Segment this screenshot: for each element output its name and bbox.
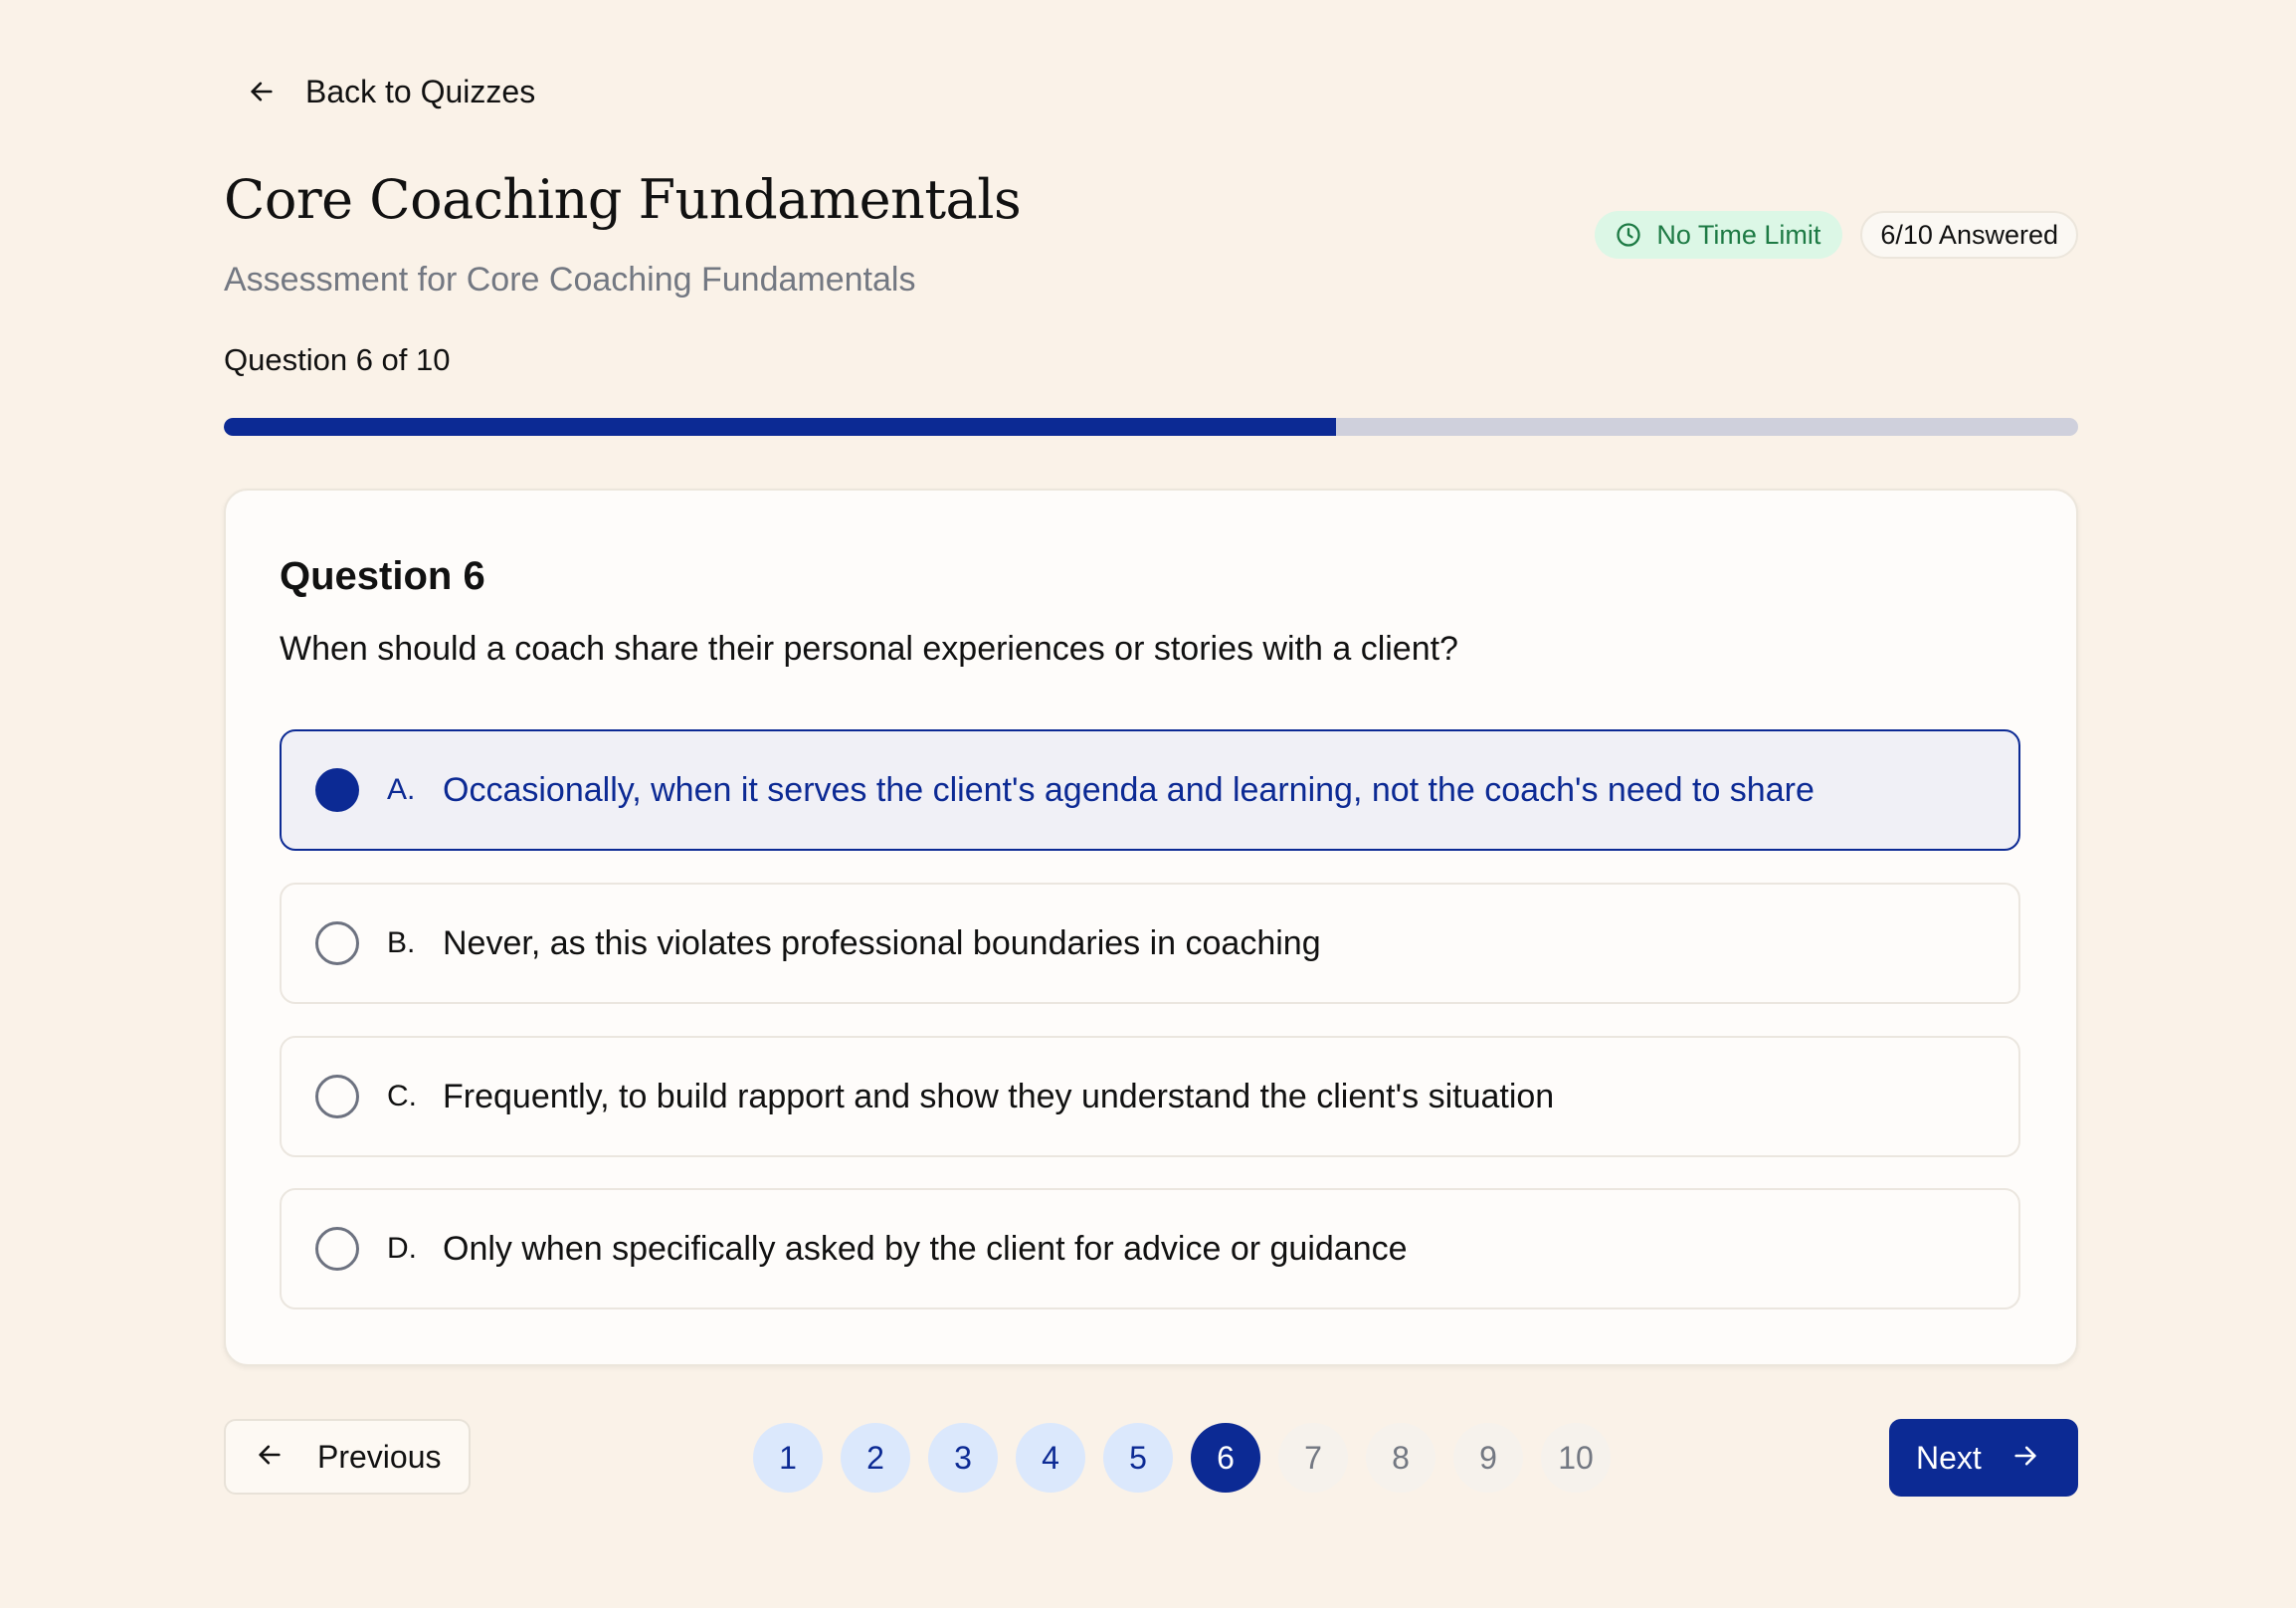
radio-button[interactable]	[315, 921, 359, 965]
arrow-left-icon	[248, 78, 276, 105]
page-button-5[interactable]: 5	[1103, 1423, 1173, 1493]
back-to-quizzes-link[interactable]: Back to Quizzes	[248, 64, 535, 119]
option-letter: C.	[387, 1080, 417, 1112]
page-button-7[interactable]: 7	[1278, 1423, 1348, 1493]
option-text: Occasionally, when it serves the client'…	[443, 770, 1815, 809]
question-pagination: 1 2 3 4 5 6 7 8 9 10	[753, 1423, 1611, 1493]
quiz-badges: No Time Limit 6/10 Answered	[1595, 211, 2078, 259]
page-button-6[interactable]: 6	[1191, 1423, 1260, 1493]
answer-option-d[interactable]: D. Only when specifically asked by the c…	[280, 1188, 2020, 1309]
question-counter: Question 6 of 10	[224, 342, 451, 377]
page-button-8[interactable]: 8	[1366, 1423, 1435, 1493]
page-button-9[interactable]: 9	[1453, 1423, 1523, 1493]
question-card: Question 6 When should a coach share the…	[224, 489, 2078, 1366]
next-button[interactable]: Next	[1889, 1419, 2078, 1497]
page-button-10[interactable]: 10	[1541, 1423, 1611, 1493]
progress-bar	[224, 418, 2078, 436]
previous-button-label: Previous	[317, 1438, 442, 1475]
radio-button[interactable]	[315, 1075, 359, 1118]
option-letter: A.	[387, 773, 416, 806]
option-text: Frequently, to build rapport and show th…	[443, 1077, 1555, 1115]
back-link-label: Back to Quizzes	[305, 73, 536, 109]
option-letter: B.	[387, 926, 416, 959]
answer-option-b[interactable]: B. Never, as this violates professional …	[280, 883, 2020, 1004]
progress-bar-fill	[224, 418, 1337, 436]
radio-button[interactable]	[315, 768, 359, 812]
time-limit-label: No Time Limit	[1656, 219, 1821, 250]
radio-button[interactable]	[315, 1227, 359, 1271]
page-button-4[interactable]: 4	[1016, 1423, 1085, 1493]
answer-option-c[interactable]: C. Frequently, to build rapport and show…	[280, 1036, 2020, 1157]
time-limit-badge: No Time Limit	[1595, 211, 1843, 259]
option-text: Never, as this violates professional bou…	[443, 923, 1321, 962]
question-text: When should a coach share their personal…	[280, 630, 1458, 668]
option-text: Only when specifically asked by the clie…	[443, 1229, 1408, 1268]
next-button-label: Next	[1916, 1439, 1982, 1476]
clock-icon	[1615, 221, 1642, 249]
arrow-right-icon	[2011, 1442, 2039, 1475]
answer-option-a[interactable]: A. Occasionally, when it serves the clie…	[280, 729, 2020, 851]
question-heading: Question 6	[280, 554, 485, 598]
arrow-left-icon	[256, 1441, 284, 1474]
option-letter: D.	[387, 1232, 417, 1265]
answered-count-badge: 6/10 Answered	[1860, 211, 2078, 259]
page-button-1[interactable]: 1	[753, 1423, 823, 1493]
previous-button[interactable]: Previous	[224, 1419, 471, 1495]
page-subtitle: Assessment for Core Coaching Fundamental…	[224, 261, 916, 299]
page-button-2[interactable]: 2	[841, 1423, 910, 1493]
page-title: Core Coaching Fundamentals	[224, 168, 1022, 231]
page-button-3[interactable]: 3	[928, 1423, 998, 1493]
